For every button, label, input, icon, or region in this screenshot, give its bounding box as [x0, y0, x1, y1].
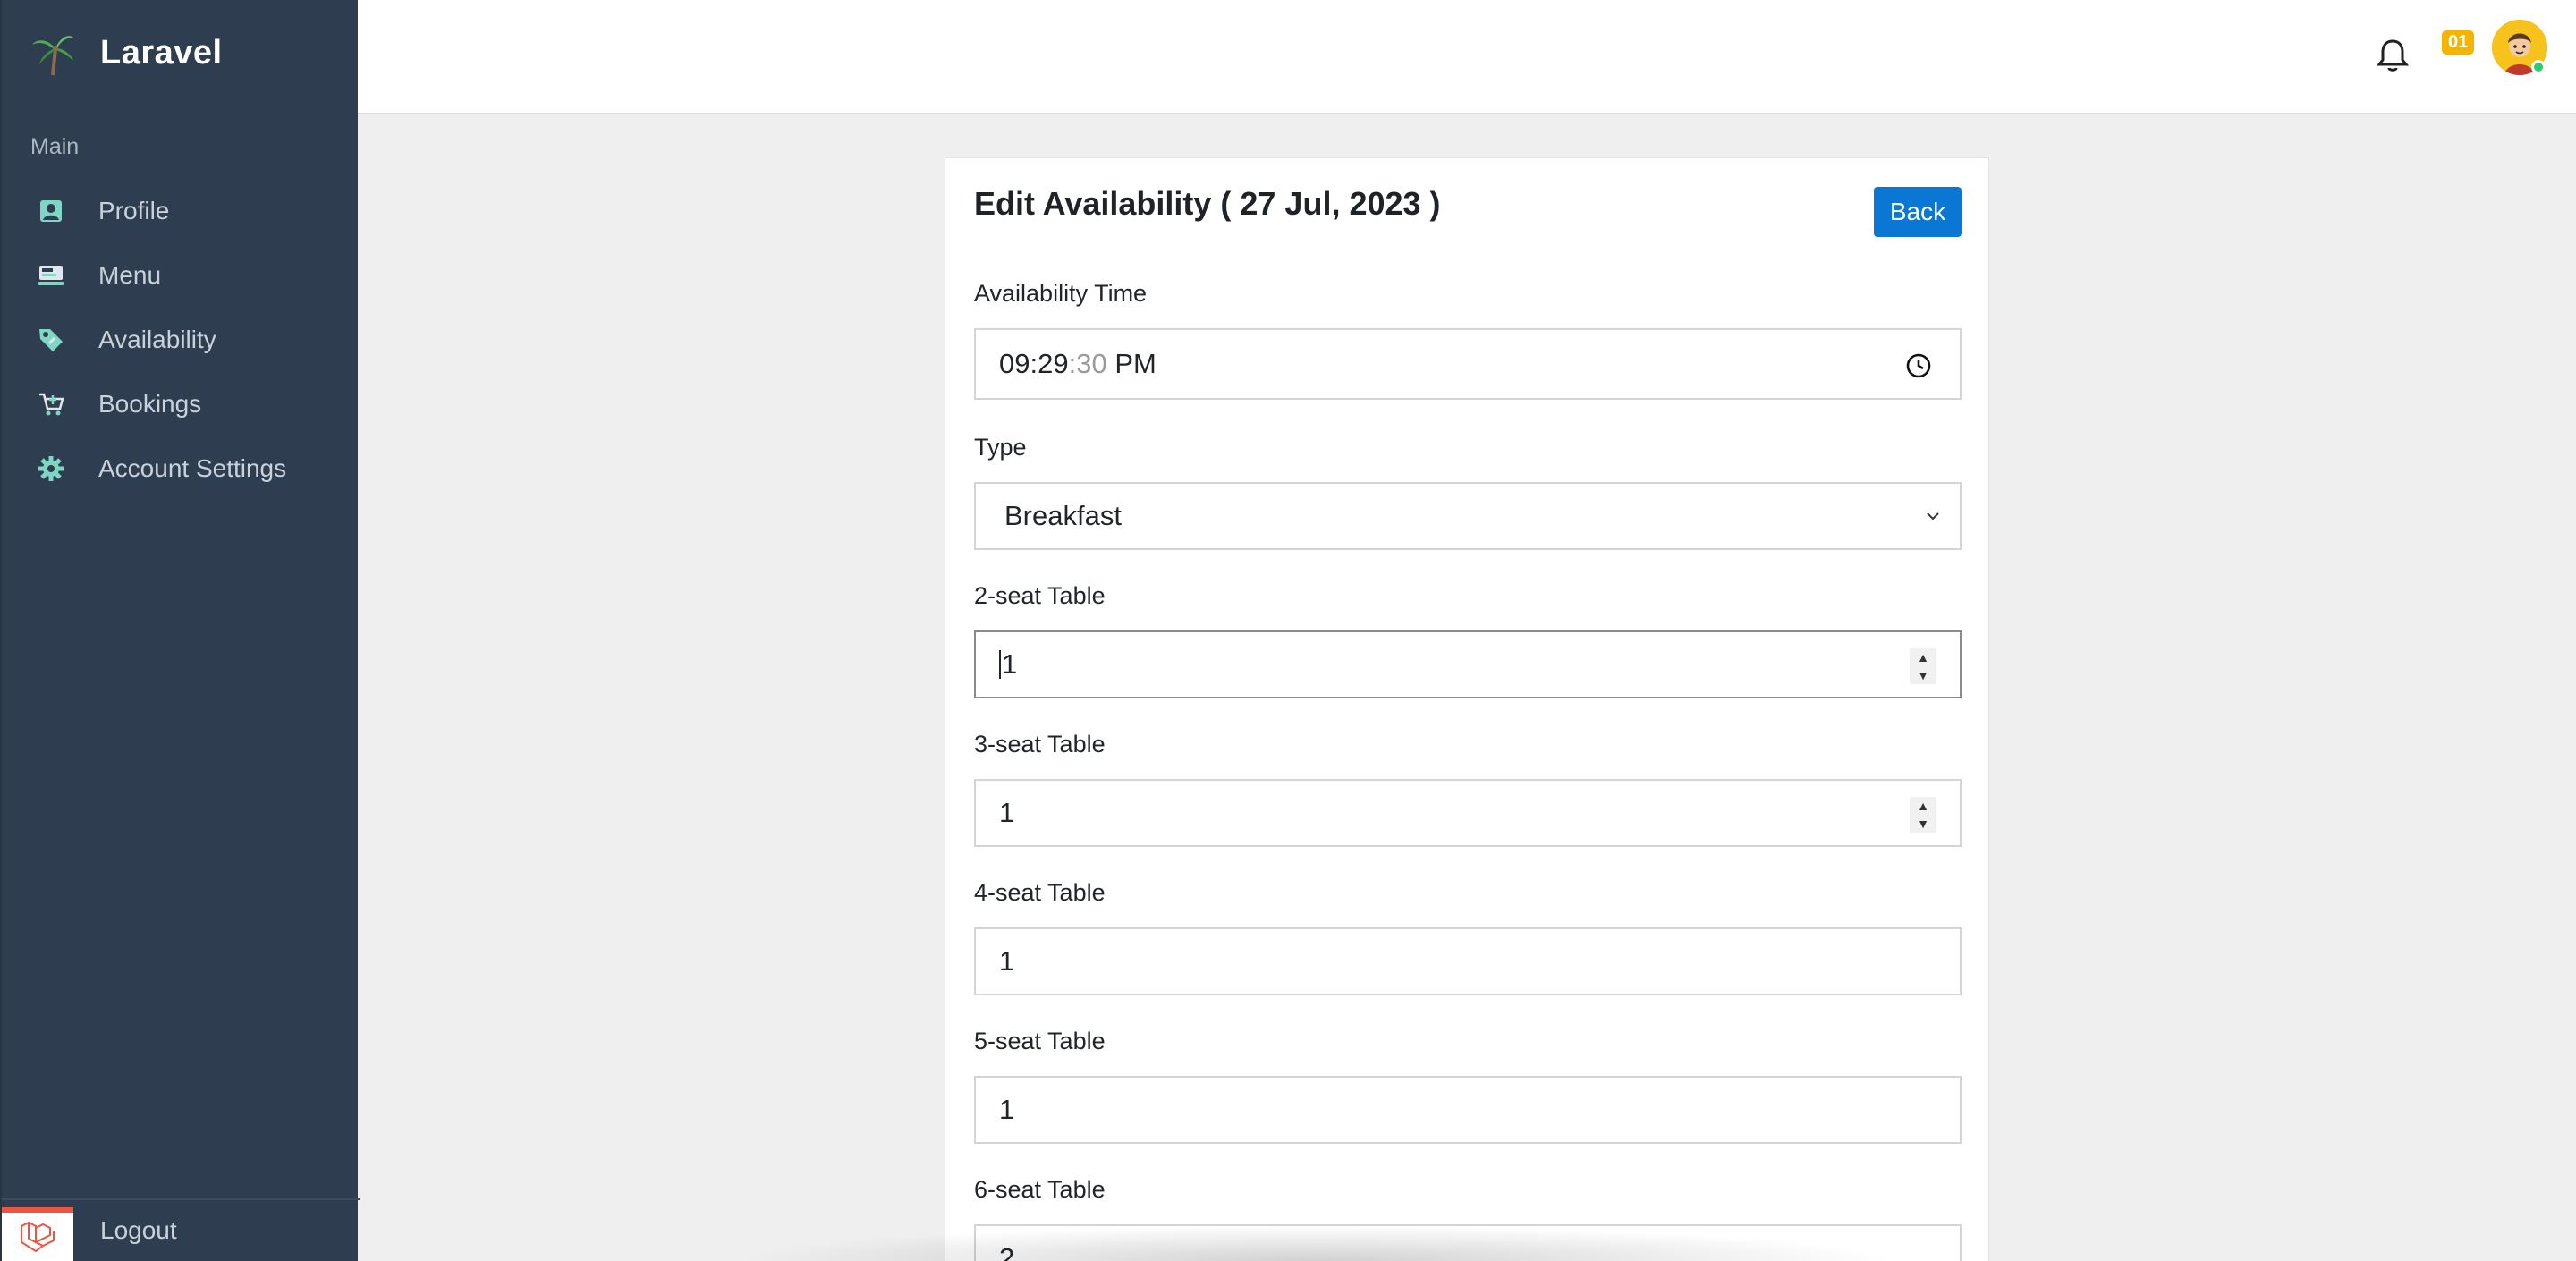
seat4-value: 1: [999, 945, 1015, 977]
time-minutes: 29: [1038, 348, 1069, 379]
time-seconds: 30: [1076, 348, 1107, 379]
profile-icon: [36, 196, 66, 226]
seat2-input[interactable]: 1 ▲ ▼: [974, 630, 1962, 698]
chevron-down-icon[interactable]: ▼: [1917, 817, 1929, 830]
gear-icon: [36, 453, 66, 484]
sidebar-item-label: Menu: [98, 261, 162, 289]
availability-time-input[interactable]: 09:29:30 PM: [974, 328, 1962, 400]
seat3-input[interactable]: 1 ▲ ▼: [974, 779, 1962, 847]
sidebar-item-account-settings[interactable]: Account Settings: [2, 436, 360, 501]
text-caret: [999, 650, 1001, 679]
seat3-value: 1: [999, 797, 1015, 828]
page-title: Edit Availability ( 27 Jul, 2023 ): [974, 185, 1441, 222]
chevron-down-icon: [1927, 512, 1939, 520]
online-status-indicator: [2531, 60, 2546, 74]
back-button[interactable]: Back: [1874, 187, 1962, 237]
clock-icon[interactable]: [1904, 351, 1933, 380]
seat2-label: 2-seat Table: [974, 582, 1106, 609]
cart-icon: [36, 389, 66, 419]
seat4-label: 4-seat Table: [974, 879, 1106, 906]
sidebar-nav: Profile Menu Availability Bookings Accou…: [2, 179, 360, 501]
chevron-down-icon[interactable]: ▼: [1917, 669, 1929, 681]
chevron-up-icon[interactable]: ▲: [1917, 800, 1929, 812]
time-hours: 09: [999, 348, 1030, 379]
availability-time-label: Availability Time: [974, 280, 1148, 307]
seat2-stepper[interactable]: ▲ ▼: [1910, 648, 1936, 684]
sidebar-item-bookings[interactable]: Bookings: [2, 372, 360, 436]
sidebar-item-label: Account Settings: [98, 454, 287, 482]
seat3-label: 3-seat Table: [974, 731, 1106, 757]
seat3-stepper[interactable]: ▲ ▼: [1910, 797, 1936, 833]
seat5-input[interactable]: 1: [974, 1076, 1962, 1144]
laravel-logo-icon[interactable]: [2, 1207, 73, 1261]
seat5-value: 1: [999, 1094, 1015, 1125]
seat6-label: 6-seat Table: [974, 1176, 1106, 1203]
type-select[interactable]: Breakfast: [974, 482, 1962, 550]
sidebar-item-menu[interactable]: Menu: [2, 243, 360, 308]
sidebar: Laravel Main Profile Menu Availability B…: [0, 0, 360, 1261]
brand-name: Laravel: [100, 33, 223, 72]
sidebar-item-availability[interactable]: Availability: [2, 308, 360, 372]
seat4-input[interactable]: 1: [974, 927, 1962, 995]
palm-tree-icon: [32, 36, 73, 76]
topbar: [358, 0, 2576, 114]
menu-icon: [36, 260, 66, 291]
type-selected-value: Breakfast: [1004, 500, 1122, 531]
brand[interactable]: Laravel: [29, 29, 223, 77]
sidebar-item-label: Availability: [98, 326, 216, 353]
seat5-label: 5-seat Table: [974, 1028, 1106, 1054]
edit-availability-card: Edit Availability ( 27 Jul, 2023 ) Back …: [945, 157, 1989, 1261]
notification-badge: 01: [2442, 30, 2475, 55]
type-label: Type: [974, 434, 1027, 461]
sidebar-item-label: Bookings: [98, 390, 202, 418]
logout-label: Logout: [100, 1216, 177, 1244]
chevron-up-icon[interactable]: ▲: [1917, 651, 1929, 664]
bell-icon[interactable]: [2370, 32, 2415, 77]
tag-icon: [36, 325, 66, 355]
seat2-value: 1: [1002, 648, 1018, 680]
time-period: PM: [1114, 348, 1157, 379]
sidebar-item-label: Profile: [98, 197, 170, 224]
sidebar-section-label: Main: [30, 134, 80, 159]
sidebar-item-profile[interactable]: Profile: [2, 179, 360, 243]
